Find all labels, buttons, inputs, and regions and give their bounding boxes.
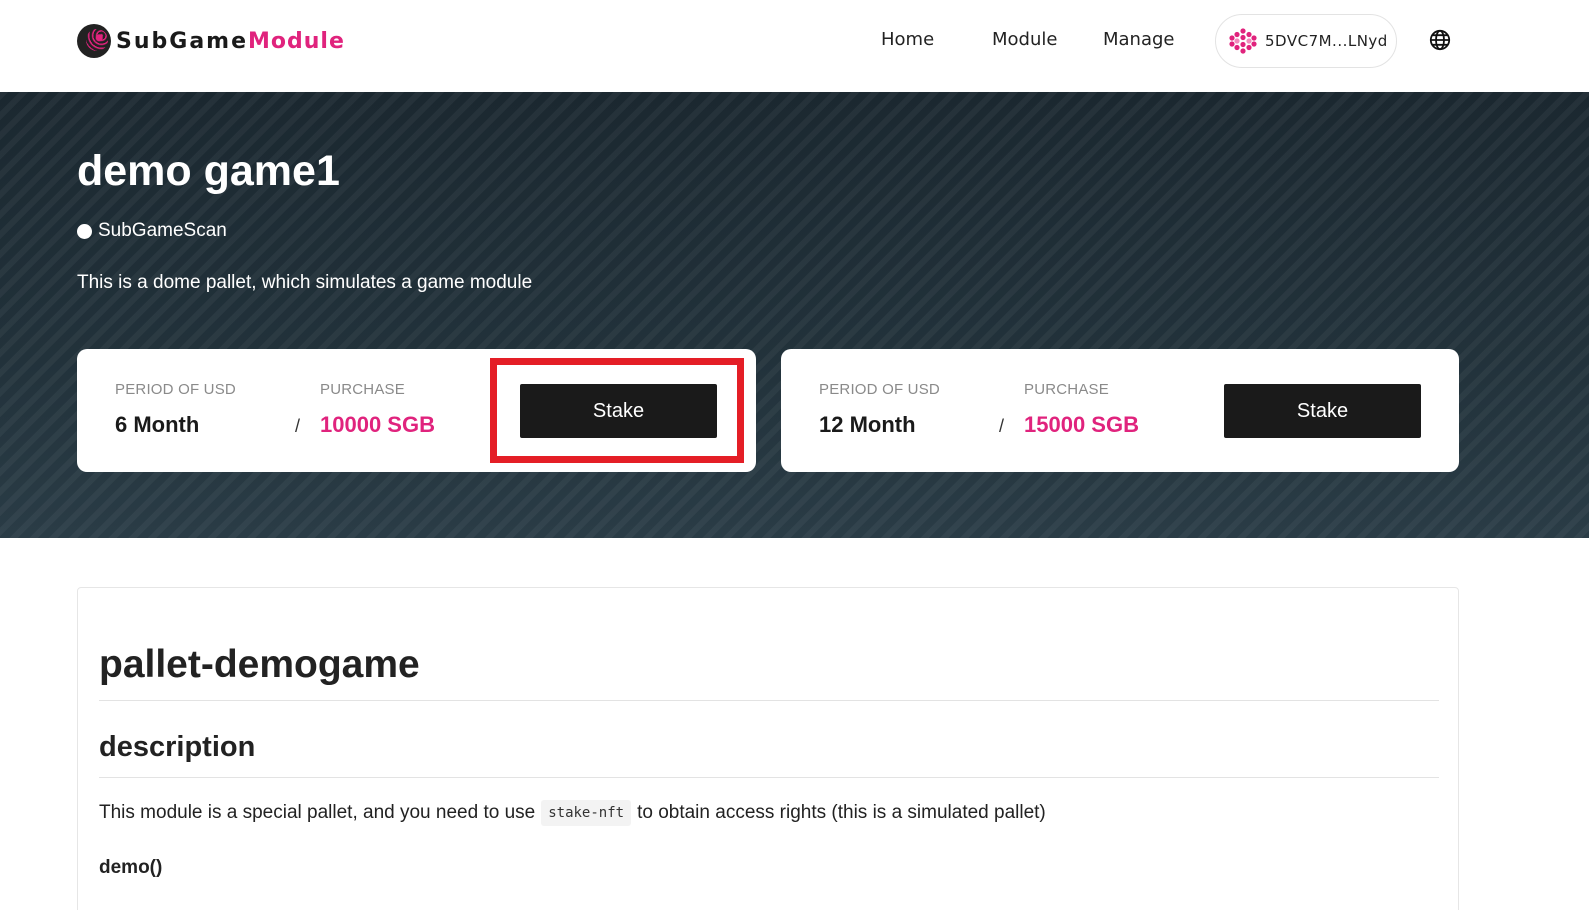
purchase-value: 15000 SGB xyxy=(1024,412,1139,437)
top-header: SubGameModule Home Module Manage 5DVC7M.… xyxy=(0,0,1589,92)
purchase-label: PURCHASE xyxy=(320,381,405,398)
stake-plan-card: PERIOD OF USD PURCHASE 12 Month / 15000 … xyxy=(781,349,1459,472)
period-value: 6 Month xyxy=(115,412,200,437)
logo-text-module: Module xyxy=(248,28,345,54)
paragraph-text: This module is a special pallet, and you… xyxy=(99,802,536,823)
subgamescan-link[interactable]: SubGameScan xyxy=(77,220,227,242)
nav-manage[interactable]: Manage xyxy=(1103,29,1175,50)
subgame-logo-icon xyxy=(77,24,111,58)
readme-title: pallet-demogame xyxy=(99,643,420,686)
separator: / xyxy=(295,416,301,436)
wallet-address: 5DVC7M...LNyd xyxy=(1265,32,1388,50)
wallet-identicon-icon xyxy=(1229,27,1257,55)
logo-text-subgame: SubGame xyxy=(116,28,249,54)
globe-icon[interactable] xyxy=(1429,29,1451,51)
subgamescan-label: SubGameScan xyxy=(98,220,227,241)
module-hero: demo game1 SubGameScan This is a dome pa… xyxy=(0,92,1589,538)
divider xyxy=(99,700,1439,701)
separator: / xyxy=(999,416,1005,436)
purchase-label: PURCHASE xyxy=(1024,381,1109,398)
period-label: PERIOD OF USD xyxy=(115,381,236,398)
wallet-account-button[interactable]: 5DVC7M...LNyd xyxy=(1215,14,1397,68)
link-dot-icon xyxy=(77,223,92,239)
readme-function-heading: demo() xyxy=(99,857,163,878)
subgame-logo[interactable]: SubGameModule xyxy=(77,23,345,59)
paragraph-text: to obtain access rights (this is a simul… xyxy=(637,802,1046,823)
stake-button[interactable]: Stake xyxy=(1224,384,1421,438)
nav-home[interactable]: Home xyxy=(881,29,934,50)
purchase-value: 10000 SGB xyxy=(320,412,435,437)
module-title: demo game1 xyxy=(77,147,340,195)
divider xyxy=(99,777,1439,778)
period-value: 12 Month xyxy=(819,412,916,437)
stake-plan-card: PERIOD OF USD PURCHASE 6 Month / 10000 S… xyxy=(77,349,756,472)
module-description: This is a dome pallet, which simulates a… xyxy=(77,272,533,293)
period-label: PERIOD OF USD xyxy=(819,381,940,398)
nav-module[interactable]: Module xyxy=(992,29,1057,50)
module-readme: pallet-demogame description This module … xyxy=(77,587,1459,910)
readme-section-heading: description xyxy=(99,731,256,763)
logo-text: SubGameModule xyxy=(116,29,345,54)
inline-code: stake-nft xyxy=(541,800,632,826)
readme-paragraph: This module is a special pallet, and you… xyxy=(99,800,1046,826)
stake-button[interactable]: Stake xyxy=(520,384,717,438)
